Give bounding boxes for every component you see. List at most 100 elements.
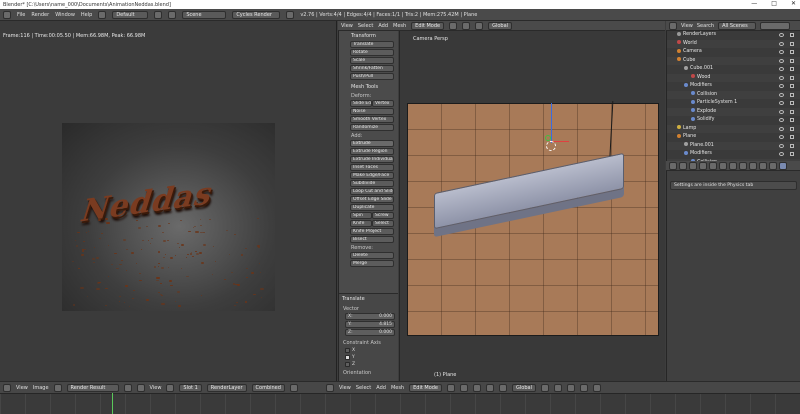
mesh-tools-panel-title[interactable]: Mesh Tools [347, 82, 398, 91]
outliner-row[interactable]: Cube.001 [667, 65, 800, 74]
merge-dropdown[interactable]: Merge [350, 260, 394, 267]
selectable-arrow-icon[interactable] [790, 67, 794, 71]
mesh-menu[interactable]: Mesh [393, 23, 406, 29]
visibility-eye-icon[interactable] [779, 41, 784, 46]
bottom-mode-selector[interactable]: Edit Mode [409, 383, 443, 392]
face-select-icon[interactable] [566, 383, 575, 392]
selectable-arrow-icon[interactable] [790, 58, 794, 63]
selectable-arrow-icon[interactable] [790, 75, 794, 80]
scale-button[interactable]: Scale [350, 57, 394, 64]
layout-icon[interactable] [98, 10, 107, 19]
maximize-icon[interactable]: □ [771, 0, 777, 7]
minimize-icon[interactable]: — [751, 0, 757, 7]
manipulator-z-axis[interactable] [551, 103, 552, 143]
menu-window[interactable]: Window [55, 12, 75, 18]
checkbox-y-box[interactable] [345, 355, 350, 360]
menu-render[interactable]: Render [31, 12, 49, 18]
render-pass-selector[interactable]: Combined [251, 383, 285, 392]
subdivide-button[interactable]: Subdivide [350, 180, 394, 187]
orientation-selector[interactable]: Global [488, 21, 513, 30]
visibility-eye-icon[interactable] [779, 135, 784, 139]
visibility-eye-icon[interactable] [779, 84, 784, 88]
view-menu-label[interactable]: View [341, 23, 353, 29]
selectable-arrow-icon[interactable] [790, 135, 794, 139]
outliner-view-menu[interactable]: View [681, 23, 693, 29]
layout-selector[interactable]: Default [112, 10, 149, 19]
texture-tab-icon[interactable] [769, 161, 777, 170]
outliner-row[interactable]: Solidify [667, 116, 800, 125]
visibility-eye-icon[interactable] [779, 152, 784, 156]
outliner-row[interactable]: Wood [667, 73, 800, 82]
physics-tab-icon[interactable] [779, 161, 787, 170]
shading-icon[interactable] [449, 21, 458, 30]
push-pull-button[interactable]: Push/Pull [350, 73, 394, 80]
world-tab-icon[interactable] [709, 161, 717, 170]
image-view-icon[interactable] [136, 383, 145, 392]
slot-selector[interactable]: Slot 1 [179, 383, 202, 392]
render-result-image[interactable]: Neddas [62, 123, 275, 311]
extrude-region-button[interactable]: Extrude Region [350, 148, 394, 155]
bottom-view-menu[interactable]: View [339, 385, 351, 391]
selectable-arrow-icon[interactable] [790, 41, 794, 46]
view3d-type-icon[interactable] [325, 383, 334, 392]
object-tab-icon[interactable] [719, 161, 727, 170]
visibility-eye-icon[interactable] [779, 126, 784, 131]
snap-icon[interactable] [592, 383, 601, 392]
selectable-arrow-icon[interactable] [790, 92, 794, 97]
pivot-point-icon[interactable] [460, 383, 469, 392]
visibility-eye-icon[interactable] [779, 118, 784, 122]
checkbox-z-box[interactable] [345, 362, 350, 367]
noise-button[interactable]: Noise [350, 108, 394, 115]
selectable-arrow-icon[interactable] [790, 109, 794, 114]
scene-tab-icon[interactable] [699, 161, 707, 170]
extrude-dropdown[interactable]: Extrude [350, 140, 394, 147]
menu-file[interactable]: File [17, 12, 25, 18]
outliner-row[interactable]: RenderLayers [667, 31, 800, 40]
screw-button[interactable]: Screw [372, 212, 394, 219]
select-menu[interactable]: Select [358, 23, 373, 29]
image-pin-icon[interactable] [123, 383, 132, 392]
outliner-row[interactable]: Modifiers [667, 82, 800, 91]
close-icon[interactable]: ✕ [791, 0, 796, 7]
outliner-row[interactable]: World [667, 39, 800, 48]
image-name-field[interactable]: Render Result [66, 383, 119, 392]
3d-viewport[interactable]: Camera Persp (1) Plane [399, 31, 665, 381]
loop-cut-slide-button[interactable]: Loop Cut and Slide [350, 188, 394, 195]
inset-faces-button[interactable]: Inset Faces [350, 164, 394, 171]
slide-vertex-button[interactable]: Vertex [372, 100, 394, 107]
selectable-arrow-icon[interactable] [790, 84, 794, 88]
properties-editor-icon[interactable] [669, 161, 677, 170]
bottom-orientation-selector[interactable]: Global [512, 383, 536, 392]
scale-manipulator-icon[interactable] [499, 383, 508, 392]
render-tab-icon[interactable] [679, 161, 687, 170]
outliner-row[interactable]: Modifiers [667, 150, 800, 159]
outliner-filter-selector[interactable]: All Scenes [718, 21, 757, 30]
outliner-row[interactable]: Collision [667, 90, 800, 99]
visibility-eye-icon[interactable] [779, 101, 784, 105]
duplicate-button[interactable]: Duplicate [350, 204, 394, 211]
layers-tab-icon[interactable] [689, 161, 697, 170]
image-editor[interactable]: Frame:116 | Time:00:05.50 | Mem:66.98M, … [0, 21, 337, 381]
spin-button[interactable]: Spin [350, 212, 372, 219]
selectable-arrow-icon[interactable] [790, 33, 794, 37]
smooth-vertex-button[interactable]: Smooth Vertex [350, 116, 394, 123]
delete-dropdown[interactable]: Delete [350, 252, 394, 259]
visibility-eye-icon[interactable] [779, 92, 784, 97]
constraint-y-checkbox[interactable]: Y [345, 355, 398, 360]
vector-y-field[interactable]: Y: 4.815 [345, 321, 395, 328]
visibility-eye-icon[interactable] [779, 50, 784, 54]
selectable-arrow-icon[interactable] [790, 126, 794, 131]
selectable-arrow-icon[interactable] [790, 101, 794, 105]
knife-project-button[interactable]: Knife Project [350, 228, 394, 235]
selectable-arrow-icon[interactable] [790, 118, 794, 122]
outliner-row[interactable]: Plane [667, 133, 800, 142]
bottom-select-menu[interactable]: Select [356, 385, 371, 391]
edge-select-icon[interactable] [553, 383, 562, 392]
selectable-arrow-icon[interactable] [790, 143, 794, 148]
vector-x-field[interactable]: X: 0.000 [345, 313, 395, 320]
data-tab-icon[interactable] [749, 161, 757, 170]
modifiers-tab-icon[interactable] [739, 161, 747, 170]
bisect-button[interactable]: Bisect [350, 236, 394, 243]
viewport-shading-icon[interactable] [447, 383, 456, 392]
add-layout-icon[interactable] [154, 10, 163, 19]
